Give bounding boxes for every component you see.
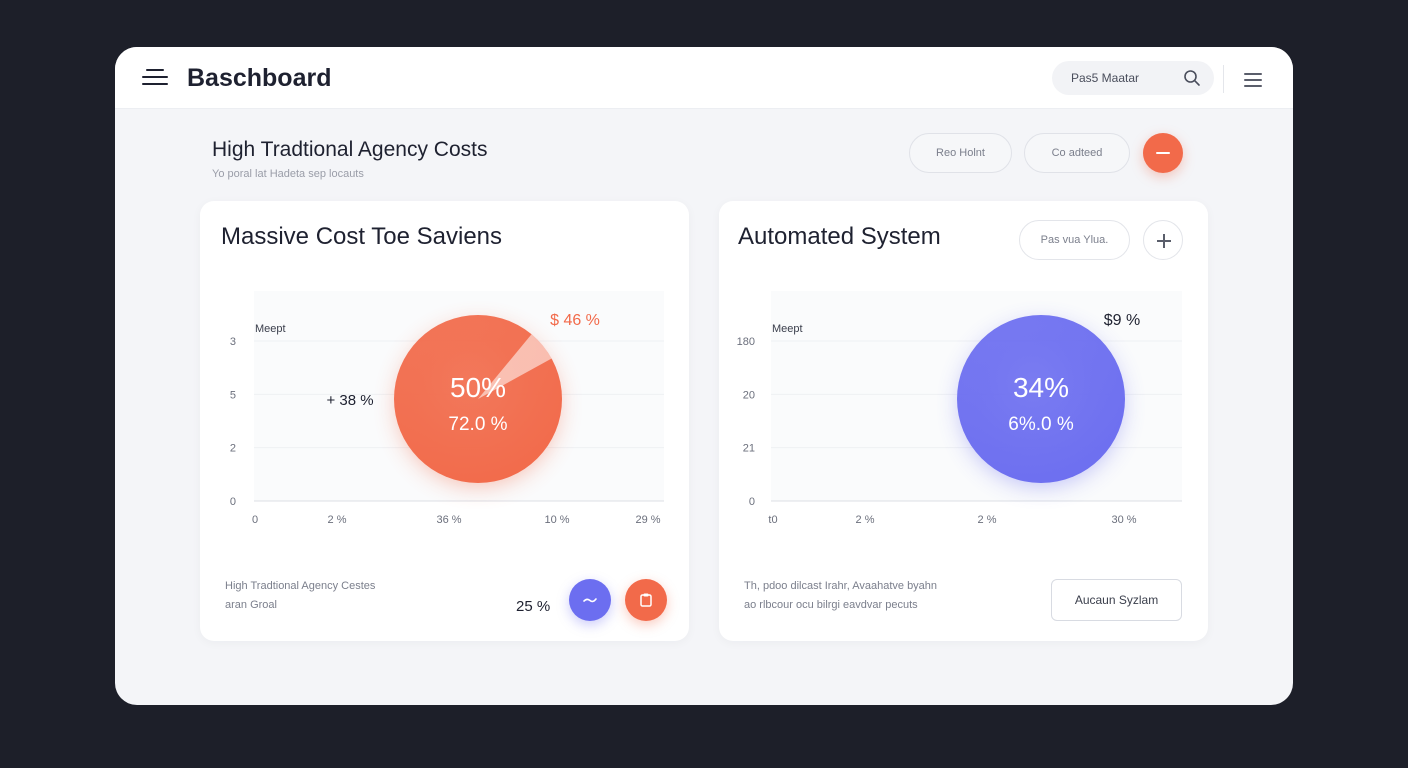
app-title: Baschboard (187, 64, 332, 92)
x-tick-label: t0 (768, 514, 777, 526)
x-tick-label: 30 % (1111, 514, 1136, 526)
cost-savings-chart: 0 2 5 3 0 2 % 36 % 10 % 29 % Meept 50% 72.0 % $ 46 %… (230, 291, 664, 526)
footer-value: 25 % (516, 598, 551, 615)
chart-annotation: $ 46 % (550, 312, 600, 329)
search-text: Pas5 Maatar (1071, 71, 1140, 85)
y-tick-label: 2 (230, 443, 236, 455)
y-tick-label: 180 (737, 336, 755, 348)
chart-annotation: + 38 % (326, 392, 373, 409)
search-icon[interactable] (1183, 69, 1201, 87)
topbar-divider (1223, 65, 1224, 93)
x-tick-label: 2 % (978, 514, 997, 526)
clipboard-icon (640, 593, 652, 607)
co-adteed-button[interactable]: Co adteed (1024, 133, 1130, 173)
search-bar[interactable]: Pas5 Maatar (1052, 61, 1214, 95)
page-subtitle: Yo poral lat Hadeta sep locauts (212, 168, 364, 180)
card-footer-line: ao rlbcour ocu bilrgi eavdvar pecuts (744, 599, 918, 611)
page-title: High Tradtional Agency Costs (212, 138, 488, 161)
series-label: Meept (255, 323, 286, 335)
automated-system-card: Automated System Pas vua Ylua. 0 21 20 180 t… (719, 201, 1208, 641)
copy-button[interactable] (625, 579, 667, 621)
hamburger-menu-icon[interactable] (142, 69, 168, 89)
y-tick-label: 0 (749, 496, 755, 508)
menu-icon[interactable] (1244, 73, 1262, 91)
bubble-sub-label: 6%.0 % (1008, 414, 1074, 435)
y-tick-label: 0 (230, 496, 236, 508)
bubble-value-label: 50% (450, 372, 506, 403)
top-bar: Baschboard Pas5 Maatar (115, 47, 1293, 109)
x-tick-label: 2 % (856, 514, 875, 526)
card-footer-line: Th, pdoo dilcast Irahr, Avaahatve byahn (744, 580, 938, 592)
x-tick-label: 0 (252, 514, 258, 526)
x-tick-label: 10 % (544, 514, 569, 526)
wave-icon (583, 598, 597, 603)
bubble-value-label: 34% (1013, 372, 1069, 403)
y-tick-label: 3 (230, 336, 236, 348)
minus-button[interactable] (1143, 133, 1183, 173)
chart-annotation: $9 % (1104, 312, 1140, 329)
automation-system-button[interactable]: Aucaun Syzlam (1051, 579, 1182, 621)
x-tick-label: 36 % (436, 514, 461, 526)
y-tick-label: 20 (743, 389, 755, 401)
reo-holnt-button[interactable]: Reo Holnt (909, 133, 1012, 173)
card-footer-line: High Tradtional Agency Cestes (225, 580, 376, 592)
automated-system-chart: 0 21 20 180 t0 2 % 2 % 30 % Meept 34% 6%.0 % $9 % (737, 291, 1182, 526)
series-label: Meept (772, 323, 803, 335)
bubble-sub-label: 72.0 % (448, 414, 507, 435)
y-tick-label: 21 (743, 443, 755, 455)
card-footer-line: aran Groal (225, 599, 277, 611)
app-window: Baschboard Pas5 Maatar High Tradtional A… (115, 47, 1293, 705)
x-tick-label: 29 % (635, 514, 660, 526)
cost-savings-card: Massive Cost Toe Saviens 025302 % 36 % 10 … (200, 201, 689, 641)
trend-button[interactable] (569, 579, 611, 621)
x-tick-label: 2 % (328, 514, 347, 526)
y-tick-label: 5 (230, 389, 236, 401)
